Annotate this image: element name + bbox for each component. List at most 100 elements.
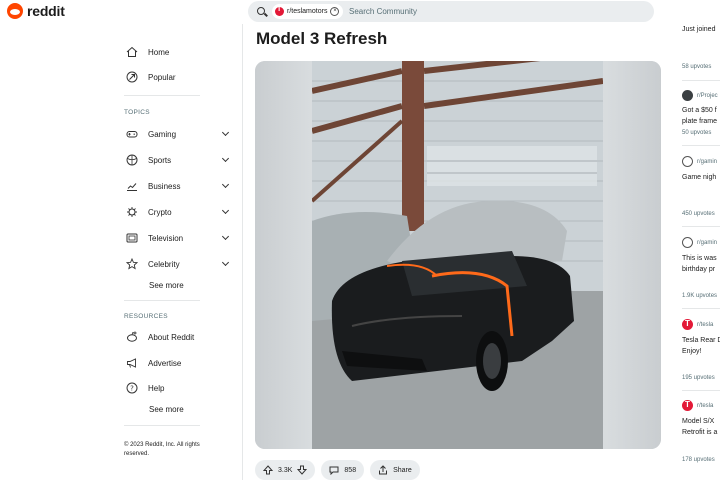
sidebar-item-gaming[interactable]: Gaming xyxy=(126,127,230,141)
related-post-upvotes: 1.9K upvotes xyxy=(682,293,718,299)
sidebar-item-label: Celebrity xyxy=(148,259,180,269)
sidebar-item-label: About Reddit xyxy=(148,332,195,342)
divider xyxy=(682,226,720,227)
related-post-title[interactable]: This is was xyxy=(682,253,717,264)
chevron-down-icon[interactable] xyxy=(221,180,230,189)
divider xyxy=(682,80,720,81)
post-image[interactable] xyxy=(255,61,661,449)
comment-count: 858 xyxy=(344,466,357,474)
subreddit-name: r/Projec xyxy=(697,92,718,99)
share-icon xyxy=(379,465,388,475)
sidebar-item-label: Home xyxy=(148,47,170,57)
related-post-title[interactable]: plate frame xyxy=(682,116,717,127)
chevron-down-icon[interactable] xyxy=(221,206,230,215)
divider xyxy=(682,390,720,391)
divider xyxy=(682,308,720,309)
sidebar-item-home[interactable]: Home xyxy=(126,45,230,59)
related-post-title[interactable]: Model S/X xyxy=(682,416,714,427)
sidebar-item-label: Business xyxy=(148,181,181,191)
sidebar-item-about-reddit[interactable]: About Reddit xyxy=(126,330,230,344)
crypto-icon xyxy=(127,207,137,217)
related-post-upvotes: 50 upvotes xyxy=(682,130,712,136)
sidebar-item-crypto[interactable]: Crypto xyxy=(126,205,230,219)
related-post-subreddit[interactable]: r/Projec xyxy=(682,90,718,101)
tesla-subreddit-icon xyxy=(682,319,693,330)
related-post-title[interactable]: Game nigh xyxy=(682,172,716,183)
subreddit-avatar-icon xyxy=(682,237,693,248)
sidebar-item-label: Crypto xyxy=(148,207,172,217)
clear-chip-icon[interactable]: × xyxy=(330,7,340,16)
car-photo xyxy=(312,61,603,449)
divider xyxy=(682,145,720,146)
sidebar-item-popular[interactable]: Popular xyxy=(126,70,230,84)
related-post-text[interactable]: Just joined xyxy=(682,24,715,35)
divider xyxy=(124,95,200,96)
related-post-subreddit[interactable]: r/tesla xyxy=(682,400,713,411)
svg-text:?: ? xyxy=(130,385,134,393)
sidebar-item-label: Help xyxy=(148,383,165,393)
sidebar-item-television[interactable]: Television xyxy=(126,231,230,245)
sidebar-item-label: Sports xyxy=(148,155,172,165)
chevron-down-icon[interactable] xyxy=(221,258,230,267)
tv-icon xyxy=(126,233,138,243)
upvote-count: 3.3K xyxy=(278,466,293,474)
subreddit-name: r/tesla xyxy=(697,321,714,328)
related-post-subreddit[interactable]: r/tesla xyxy=(682,319,713,330)
related-post-upvotes: 450 upvotes xyxy=(682,211,715,217)
related-post-subreddit[interactable]: r/gamin xyxy=(682,156,717,167)
related-post-upvotes: 195 upvotes xyxy=(682,375,715,381)
ball-icon xyxy=(126,154,138,166)
related-post-title[interactable]: Tesla Rear D xyxy=(682,335,720,346)
upvote-icon[interactable] xyxy=(263,465,273,475)
home-icon xyxy=(126,46,138,57)
resources-see-more-link[interactable]: See more xyxy=(149,405,184,414)
subreddit-avatar-icon xyxy=(682,90,693,101)
topics-heading: TOPICS xyxy=(124,109,150,116)
sidebar-item-celebrity[interactable]: Celebrity xyxy=(126,257,230,271)
resources-heading: RESOURCES xyxy=(124,313,168,320)
topics-see-more-link[interactable]: See more xyxy=(149,281,184,290)
related-post-subreddit[interactable]: r/gamin xyxy=(682,237,717,248)
megaphone-icon xyxy=(127,358,136,368)
popular-icon xyxy=(126,71,138,83)
related-post-upvotes: 178 upvotes xyxy=(682,457,715,463)
subreddit-name: r/gamin xyxy=(697,239,718,246)
subreddit-name: r/gamin xyxy=(697,158,718,165)
related-post-title[interactable]: Retrofit is a xyxy=(682,427,717,438)
share-label: Share xyxy=(393,466,412,474)
related-post-title[interactable]: birthday pr xyxy=(682,264,715,275)
community-chip-label: r/teslamotors xyxy=(287,8,328,15)
help-icon: ? xyxy=(126,382,138,394)
related-post-title[interactable]: Got a $50 f xyxy=(682,105,717,116)
reddit-logo-icon xyxy=(7,3,23,19)
downvote-icon[interactable] xyxy=(297,465,308,475)
comments-button[interactable]: 858 xyxy=(321,460,365,480)
top-header: reddit r/teslamotors × Search Community xyxy=(0,0,720,24)
chevron-down-icon[interactable] xyxy=(221,128,230,137)
copyright-text: © 2023 Reddit, Inc. All rights reserved. xyxy=(124,442,200,457)
chevron-down-icon[interactable] xyxy=(221,232,230,241)
left-sidebar: Home Popular TOPICS Gaming Sports Busine… xyxy=(0,24,243,480)
divider xyxy=(124,425,200,426)
related-post-title[interactable]: Enjoy! xyxy=(682,346,701,357)
community-chip[interactable]: r/teslamotors × xyxy=(272,4,344,19)
star-icon xyxy=(126,258,138,270)
chevron-down-icon[interactable] xyxy=(221,154,230,163)
tesla-subreddit-icon xyxy=(275,6,284,16)
search-input[interactable]: Search Community xyxy=(349,7,417,16)
logo-text: reddit xyxy=(27,3,65,19)
search-bar[interactable]: r/teslamotors × Search Community xyxy=(248,1,654,22)
sidebar-item-business[interactable]: Business xyxy=(126,179,230,193)
reddit-logo[interactable]: reddit xyxy=(7,3,65,19)
sidebar-item-label: Television xyxy=(148,233,184,243)
sidebar-item-help[interactable]: ? Help xyxy=(126,381,230,395)
car-photo-illustration xyxy=(312,61,603,449)
chart-icon xyxy=(127,183,137,191)
sidebar-item-sports[interactable]: Sports xyxy=(126,153,230,167)
search-icon xyxy=(257,7,265,15)
tesla-subreddit-icon xyxy=(682,400,693,411)
gamepad-icon xyxy=(126,131,138,138)
sidebar-item-advertise[interactable]: Advertise xyxy=(126,356,230,370)
subreddit-avatar-icon xyxy=(682,156,693,167)
share-button[interactable]: Share xyxy=(370,460,420,480)
